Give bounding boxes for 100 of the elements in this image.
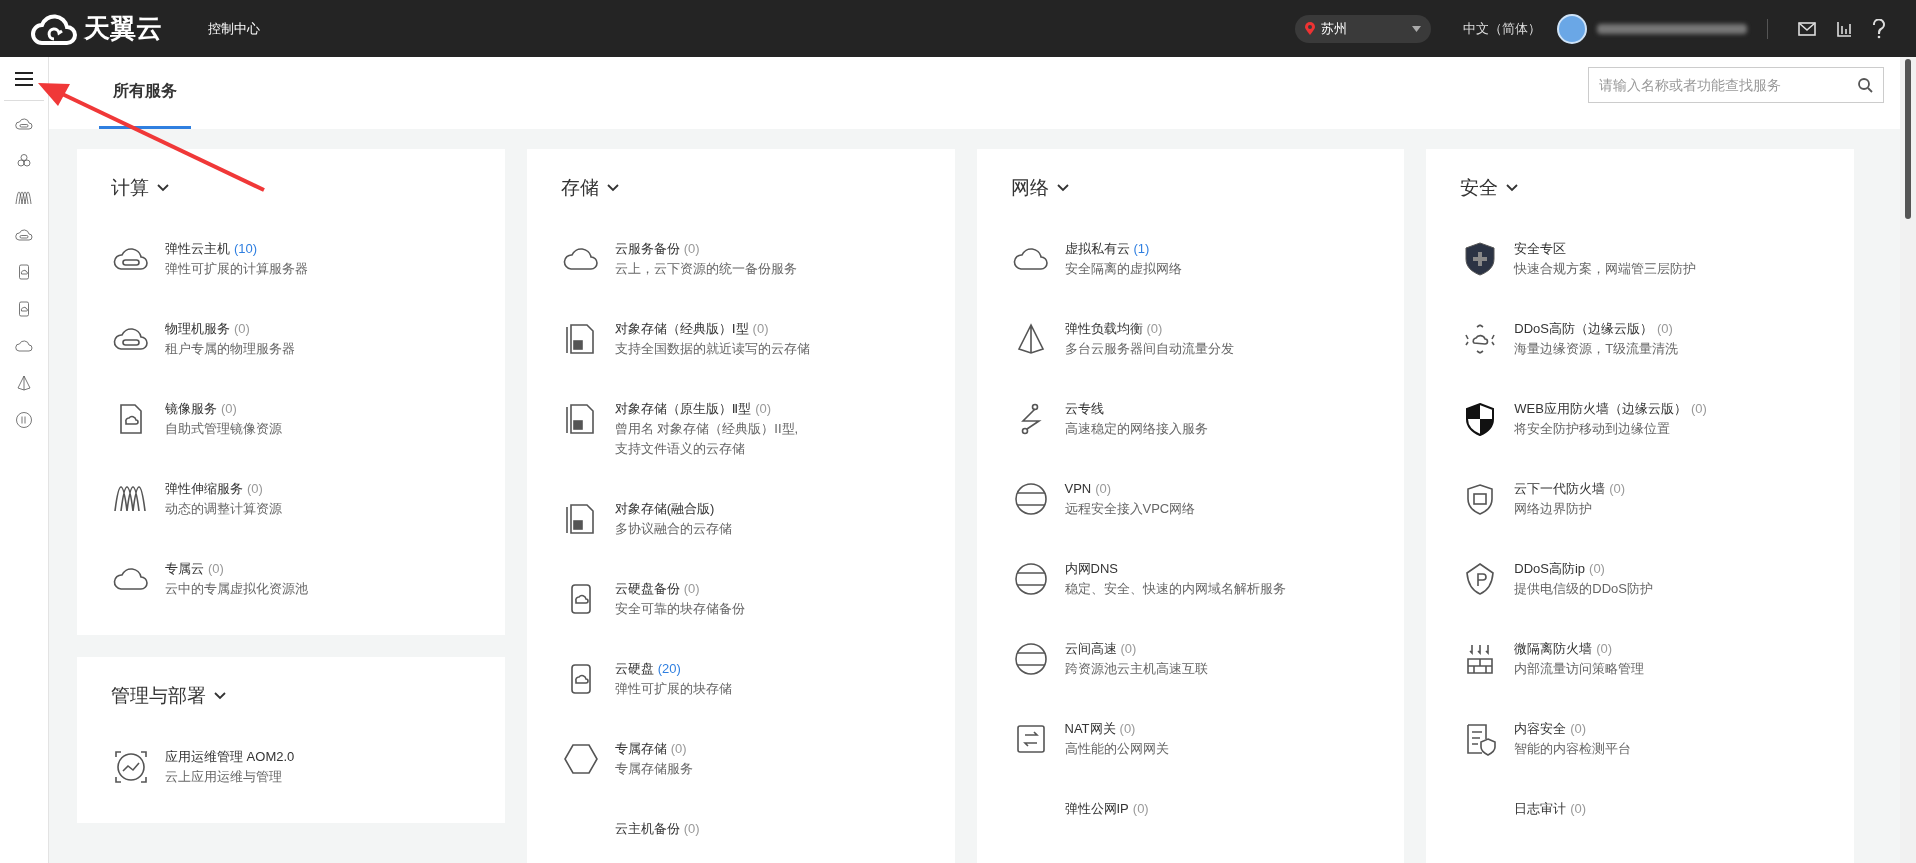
service-name[interactable]: 对象存储(融合版) (614, 499, 715, 519)
service-name[interactable]: 镜像服务 (165, 399, 217, 419)
service-description: 安全隔离的虚拟网络 (1064, 260, 1182, 278)
service-description: 提供电信级的DDoS防护 (1514, 580, 1653, 598)
service-description: 动态的调整计算资源 (165, 500, 282, 518)
service-name[interactable]: NAT网关 (1064, 719, 1116, 739)
service-description: 支持全国数据的就近读写的云存储 (614, 340, 810, 358)
service-name[interactable]: 云服务备份 (614, 239, 680, 259)
service-description: 远程安全接入VPC网络 (1064, 500, 1196, 518)
service-description: 跨资源池云主机高速互联 (1064, 660, 1208, 678)
chevron-down-icon (157, 184, 169, 192)
service-count: (0) (1132, 800, 1149, 818)
service-description: 云中的专属虚拟化资源池 (165, 580, 308, 598)
section-title[interactable]: 计算 (111, 175, 149, 201)
chevron-down-icon (1506, 184, 1519, 192)
service-name[interactable]: 安全专区 (1514, 239, 1567, 259)
service-count: (0) (683, 240, 700, 258)
service-name[interactable]: 应用运维管理 AOM2.0 (165, 747, 295, 767)
service-description: 多台云服务器间自动流量分发 (1064, 340, 1234, 358)
service-name[interactable]: 专属云 (165, 559, 204, 579)
service-description: 租户专属的物理服务器 (165, 340, 295, 358)
section-title[interactable]: 网络 (1010, 175, 1049, 201)
service-description: 云上应用运维与管理 (165, 768, 283, 786)
chevron-down-icon (606, 184, 619, 192)
service-name[interactable]: 虚拟私有云 (1064, 239, 1130, 259)
service-count: (0) (1596, 640, 1613, 658)
service-name[interactable]: 云下一代防火墙 (1514, 479, 1606, 499)
service-count: (0) (1095, 480, 1112, 498)
service-description: 安全可靠的块存储备份 (614, 600, 745, 618)
service-name[interactable]: DDoS高防（边缘云版） (1514, 319, 1653, 339)
service-description: 云上，云下资源的统一备份服务 (614, 260, 797, 278)
service-description: 多协议融合的云存储 (614, 520, 732, 538)
service-description: 海量边缘资源，T级流量清洗 (1514, 340, 1679, 358)
service-description: 稳定、安全、快速的内网域名解析服务 (1064, 580, 1286, 598)
service-count: (0) (683, 580, 700, 598)
service-description: 弹性可扩展的块存储 (614, 680, 732, 698)
service-name[interactable]: 微隔离防火墙 (1514, 639, 1593, 659)
service-name[interactable]: 对象存储（原生版）Ⅱ型 (614, 399, 752, 419)
service-name[interactable]: 弹性公网IP (1064, 799, 1129, 819)
service-count: (0) (1120, 640, 1137, 658)
service-count: (0) (208, 560, 224, 578)
service-count: (0) (1119, 720, 1136, 738)
service-count: (0) (221, 400, 237, 418)
service-name[interactable]: 物理机服务 (165, 319, 230, 339)
service-name[interactable]: DDoS高防ip (1514, 559, 1586, 579)
circle-icon (14, 409, 34, 430)
service-description: 专属存储服务 (614, 760, 693, 778)
service-count: (0) (1570, 800, 1587, 818)
service-count: (0) (1570, 720, 1587, 738)
service-name[interactable]: 专属存储 (614, 739, 667, 759)
service-count: (10) (234, 240, 258, 258)
user-avatar[interactable] (1557, 13, 1587, 44)
service-count: (0) (670, 740, 687, 758)
service-name[interactable]: 弹性云主机 (165, 239, 230, 259)
service-description: 网络边界防护 (1514, 500, 1594, 518)
service-description: 将安全防护移动到边缘位置 (1514, 420, 1672, 438)
service-description: 高性能的公网网关 (1064, 740, 1169, 758)
service-name[interactable]: 弹性伸缩服务 (165, 479, 243, 499)
service-name[interactable]: 内网DNS (1064, 559, 1118, 579)
service-count: (0) (234, 320, 250, 338)
region-dropdown[interactable]: 苏州 (1295, 14, 1431, 43)
caret-icon (1412, 25, 1421, 32)
tab[interactable]: 所有服务 (99, 81, 191, 129)
section-title[interactable]: 存储 (560, 175, 599, 201)
service-name[interactable]: 云专线 (1064, 399, 1104, 419)
service-count: (0) (683, 820, 700, 838)
section-title[interactable]: 管理与部署 (111, 683, 206, 709)
section-title[interactable]: 安全 (1460, 175, 1499, 201)
location-pin-icon (1305, 22, 1315, 35)
console-link[interactable]: 控制中心 (208, 19, 260, 38)
service-description: 快速合规方案，网端管三层防护 (1514, 260, 1697, 278)
service-description: 弹性可扩展的计算服务器 (165, 260, 308, 278)
service-count: (0) (755, 400, 772, 418)
service-name[interactable]: 云硬盘备份 (614, 579, 680, 599)
scrollbar[interactable] (1900, 57, 1916, 863)
service-name[interactable]: 内容安全 (1514, 719, 1567, 739)
service-count: (0) (1690, 400, 1707, 418)
service-count: (0) (1589, 560, 1605, 578)
service-count: (0) (1656, 320, 1673, 338)
service-name[interactable]: 云间高速 (1064, 639, 1117, 659)
service-name[interactable]: 日志审计 (1514, 799, 1567, 819)
chevron-down-icon (214, 692, 226, 700)
service-name[interactable]: 弹性负载均衡 (1064, 319, 1143, 339)
service-description: 曾用名 对象存储（经典版）II型, (614, 420, 799, 438)
service-description: 自助式管理镜像资源 (165, 420, 282, 438)
service-name[interactable]: WEB应用防火墙（边缘云版） (1514, 399, 1687, 419)
service-count: (0) (1146, 320, 1163, 338)
search-box[interactable]: 请输入名称或者功能查找服务 (1588, 67, 1884, 103)
service-name[interactable]: 对象存储（经典版）Ⅰ型 (614, 319, 749, 339)
service-name[interactable]: 云主机备份 (614, 819, 680, 839)
service-description: 支持文件语义的云存储 (614, 440, 746, 458)
service-name[interactable]: 云硬盘 (614, 659, 654, 679)
service-count: (1) (1133, 240, 1150, 258)
service-description: 智能的内容检测平台 (1514, 740, 1632, 758)
service-count: (0) (752, 320, 769, 338)
search-icon (1857, 77, 1873, 93)
service-count: (0) (1609, 480, 1626, 498)
service-name[interactable]: VPN (1064, 479, 1092, 499)
language-link[interactable]: 中文（简体） (1463, 19, 1541, 38)
brand-name: 天翼云 (84, 12, 162, 45)
